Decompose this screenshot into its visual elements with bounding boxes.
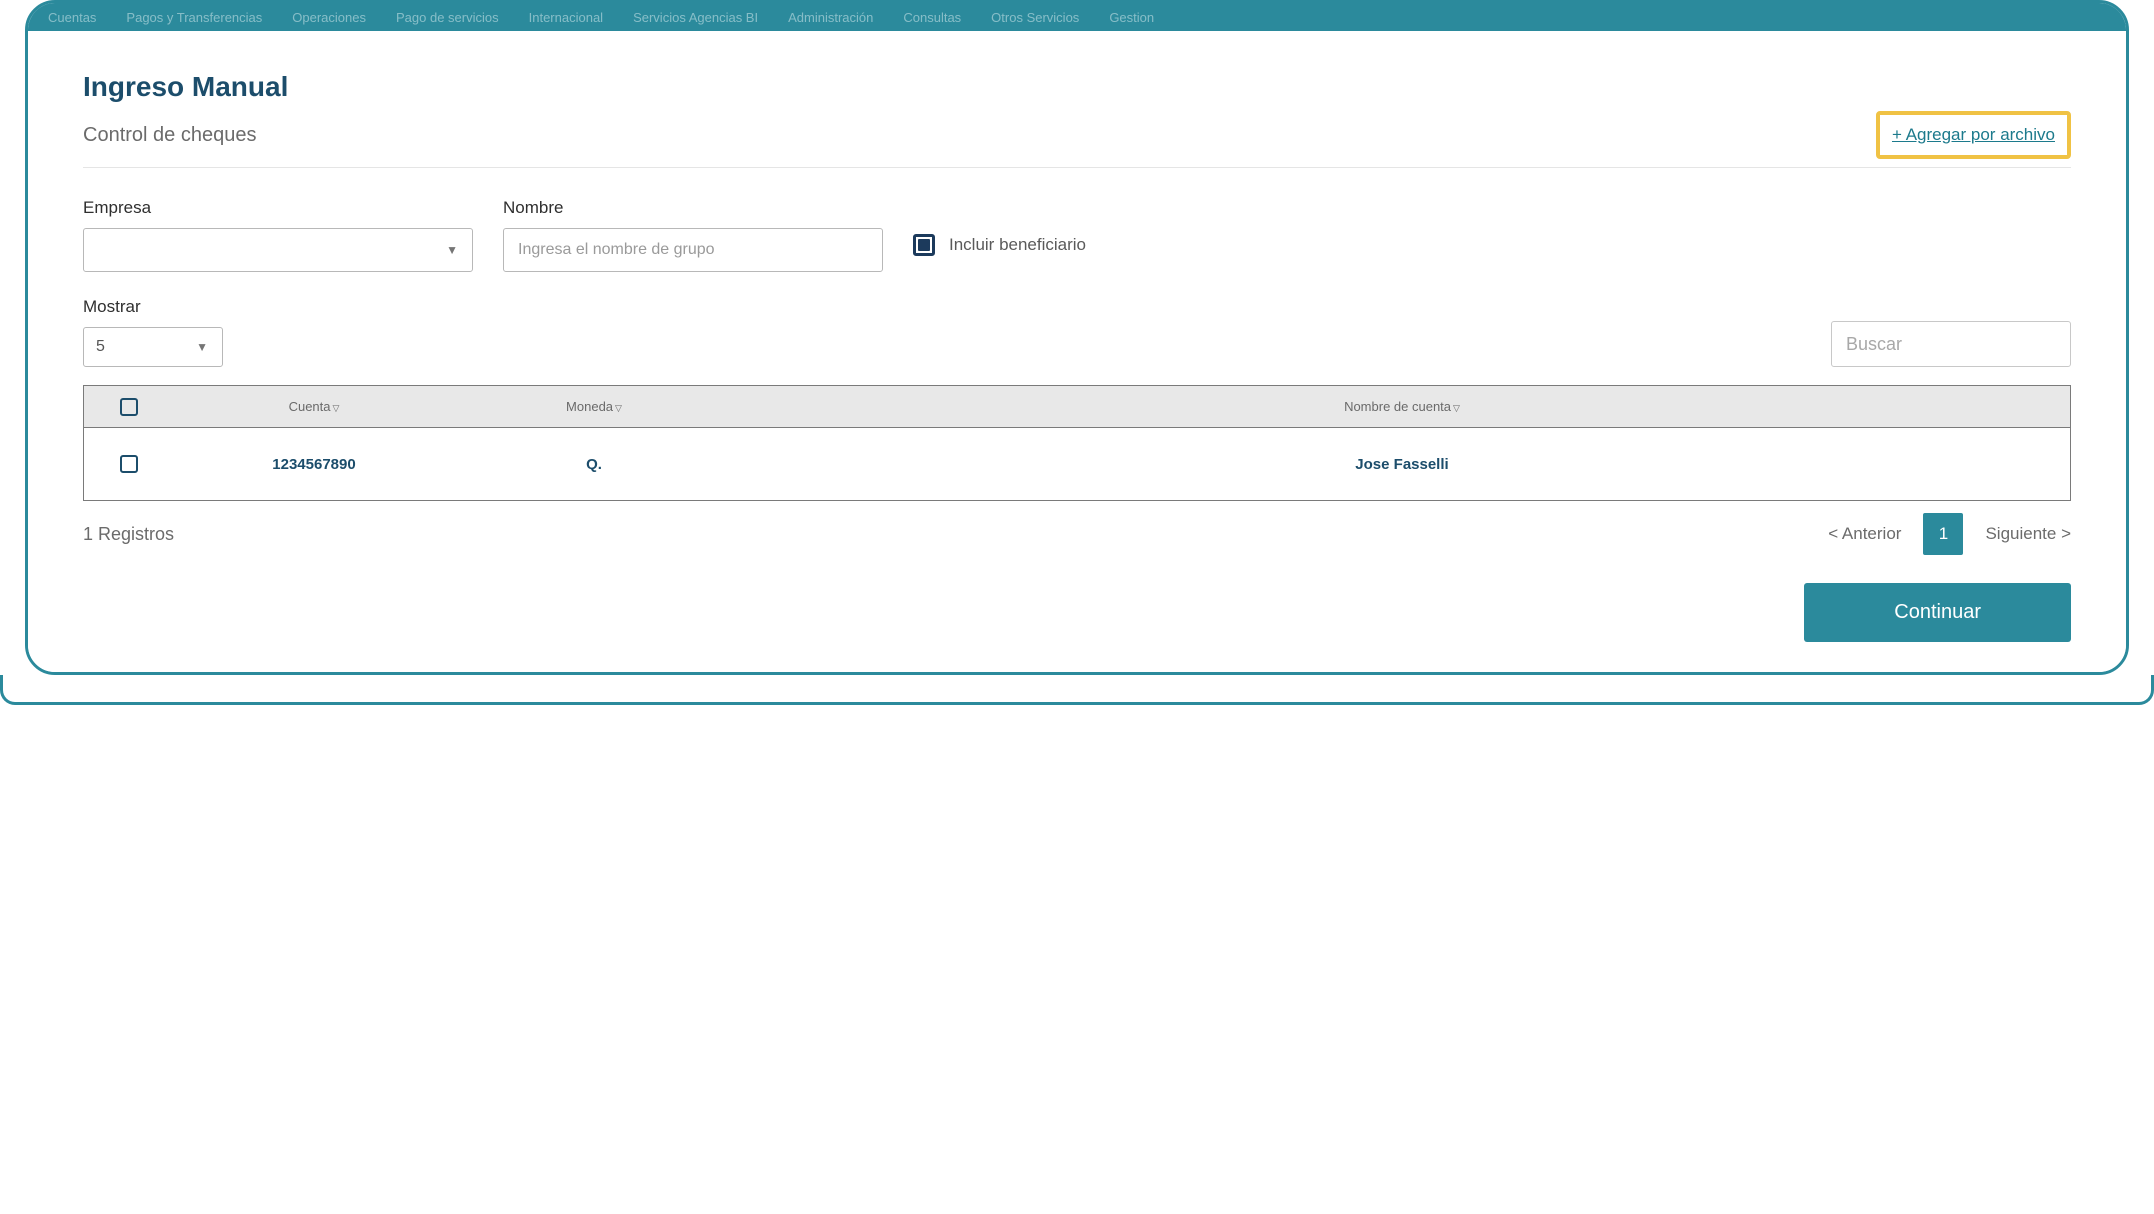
cell-cuenta: 1234567890 [174, 456, 454, 473]
nav-item-cuentas[interactable]: Cuentas [48, 10, 96, 25]
prev-page-link[interactable]: < Anterior [1828, 524, 1901, 544]
mostrar-value: 5 [96, 338, 105, 356]
add-by-file-link[interactable]: + Agregar por archivo [1876, 111, 2071, 159]
select-all-checkbox[interactable] [120, 398, 138, 416]
sort-icon: ▽ [1453, 403, 1460, 413]
mostrar-label: Mostrar [83, 297, 223, 317]
nav-item-internacional[interactable]: Internacional [529, 10, 603, 25]
page-subtitle: Control de cheques [83, 124, 256, 147]
sort-icon: ▽ [333, 403, 340, 413]
sort-icon: ▽ [615, 403, 622, 413]
column-header-nombre[interactable]: Nombre de cuenta▽ [734, 399, 2070, 414]
empresa-select[interactable]: ▼ [83, 228, 473, 272]
nav-item-pagos[interactable]: Pagos y Transferencias [126, 10, 262, 25]
next-page-link[interactable]: Siguiente > [1985, 524, 2071, 544]
nav-item-gestion[interactable]: Gestion [1109, 10, 1154, 25]
current-page[interactable]: 1 [1923, 513, 1963, 555]
continue-button[interactable]: Continuar [1804, 583, 2071, 642]
nav-item-consultas[interactable]: Consultas [903, 10, 961, 25]
nav-item-pago-servicios[interactable]: Pago de servicios [396, 10, 499, 25]
nombre-label: Nombre [503, 198, 883, 218]
nav-item-servicios-agencias[interactable]: Servicios Agencias BI [633, 10, 758, 25]
page-title: Ingreso Manual [83, 71, 2071, 103]
row-checkbox[interactable] [120, 455, 138, 473]
column-header-cuenta[interactable]: Cuenta▽ [174, 399, 454, 414]
cell-moneda: Q. [454, 456, 734, 473]
column-header-moneda[interactable]: Moneda▽ [454, 399, 734, 414]
nav-item-operaciones[interactable]: Operaciones [292, 10, 366, 25]
chevron-down-icon: ▼ [196, 340, 208, 354]
top-nav: Cuentas Pagos y Transferencias Operacion… [28, 3, 2126, 31]
mostrar-select[interactable]: 5 ▼ [83, 327, 223, 367]
chevron-down-icon: ▼ [446, 243, 458, 257]
cell-nombre: Jose Fasselli [734, 456, 2070, 473]
search-input[interactable] [1831, 321, 2071, 367]
nav-item-administracion[interactable]: Administración [788, 10, 873, 25]
incluir-beneficiario-checkbox[interactable] [913, 234, 935, 256]
nombre-input[interactable] [503, 228, 883, 272]
laptop-base [0, 675, 2154, 705]
nav-item-otros-servicios[interactable]: Otros Servicios [991, 10, 1079, 25]
pagination: < Anterior 1 Siguiente > [1828, 513, 2071, 555]
records-count: 1 Registros [83, 524, 174, 545]
incluir-beneficiario-label: Incluir beneficiario [949, 235, 1086, 255]
empresa-label: Empresa [83, 198, 473, 218]
table-row: 1234567890 Q. Jose Fasselli [84, 428, 2070, 500]
accounts-table: Cuenta▽ Moneda▽ Nombre de cuenta▽ 123456… [83, 385, 2071, 501]
